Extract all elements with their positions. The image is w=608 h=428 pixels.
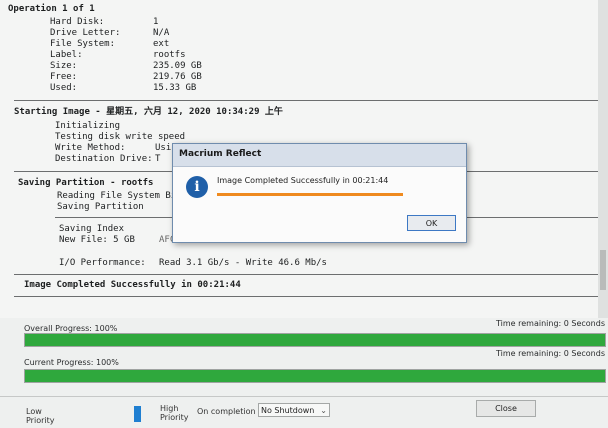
log-line-write-method: Write Method: Usi [55, 143, 171, 154]
disk-info-row: Label: rootfs [50, 50, 186, 61]
bottom-toolbar: Low Priority High Priority On completion… [0, 396, 608, 428]
destination-value: T [155, 154, 161, 164]
dialog-progress-fill [217, 193, 403, 196]
on-completion-select[interactable]: No Shutdown ⌄ [258, 403, 330, 417]
disk-info-key: Drive Letter: [50, 28, 121, 38]
completion-dialog: Macrium Reflect i Image Completed Succes… [172, 143, 467, 243]
divider [14, 296, 598, 297]
close-button[interactable]: Close [476, 400, 536, 417]
log-scrollbar[interactable] [598, 0, 608, 318]
low-priority-label: Low Priority [26, 407, 55, 425]
disk-info-row: Size: 235.09 GB [50, 61, 202, 72]
current-progress-fill [25, 370, 605, 382]
dialog-body: i Image Completed Successfully in 00:21:… [173, 167, 466, 242]
divider [14, 100, 598, 101]
overall-progress-label: Overall Progress: 100% [24, 324, 118, 333]
disk-info-row: File System: ext [50, 39, 169, 50]
disk-info-value: N/A [153, 28, 170, 38]
log-line-io-performance: I/O Performance: Read 3.1 Gb/s - Write 46… [59, 258, 327, 269]
current-progress-bar [24, 369, 606, 383]
on-completion-value: No Shutdown [261, 406, 315, 415]
disk-info-row: Free: 219.76 GB [50, 72, 202, 83]
log-line-destination: Destination Drive: T [55, 154, 160, 165]
disk-info-key: Used: [50, 83, 78, 93]
chevron-down-icon: ⌄ [320, 406, 327, 415]
high-priority-label: High Priority [160, 404, 189, 422]
disk-info-value: 15.33 GB [153, 83, 197, 93]
disk-info-key: Size: [50, 61, 78, 71]
disk-info-key: Free: [50, 72, 78, 82]
overall-progress-bar [24, 333, 606, 347]
disk-info-row: Hard Disk: 1 [50, 17, 158, 28]
completed-line: Image Completed Successfully in 00:21:44 [24, 280, 241, 290]
disk-info-row: Used: 15.33 GB [50, 83, 196, 94]
ok-button[interactable]: OK [407, 215, 456, 231]
log-line-testing: Testing disk write speed [55, 132, 186, 142]
disk-info-value: 219.76 GB [153, 72, 202, 82]
overall-progress-fill [25, 334, 605, 346]
on-completion-label: On completion [197, 407, 256, 416]
saving-partition-header: Saving Partition - rootfs [18, 178, 154, 188]
disk-info-key: File System: [50, 39, 116, 49]
current-progress-label: Current Progress: 100% [24, 358, 119, 367]
disk-info-value: 1 [153, 17, 159, 27]
log-line-saving-partition: Saving Partition [57, 202, 144, 212]
log-line-initializing: Initializing [55, 121, 121, 131]
current-time-remaining: Time remaining: 0 Seconds [496, 349, 605, 358]
disk-info-row: Drive Letter: N/A [50, 28, 169, 39]
starting-image-header: Starting Image - 星期五, 六月 12, 2020 10:34:… [14, 107, 283, 117]
scrollbar-thumb[interactable] [600, 250, 606, 290]
disk-info-value: rootfs [153, 50, 186, 60]
new-file-text: New File: 5 GB [59, 235, 135, 245]
dialog-message: Image Completed Successfully in 00:21:44 [217, 176, 389, 185]
log-line-reading-bitmap: Reading File System Bit [57, 191, 182, 201]
divider [14, 274, 598, 275]
log-line-saving-index: Saving Index [59, 224, 125, 234]
write-method-key: Write Method: [55, 143, 126, 153]
io-value: Read 3.1 Gb/s - Write 46.6 Mb/s [159, 258, 327, 268]
overall-time-remaining: Time remaining: 0 Seconds [496, 319, 605, 328]
disk-info-value: ext [153, 39, 170, 49]
priority-slider[interactable] [134, 406, 141, 422]
dialog-title: Macrium Reflect [179, 149, 262, 159]
operation-header: Operation 1 of 1 [8, 4, 95, 14]
disk-info-key: Label: [50, 50, 83, 60]
destination-key: Destination Drive: [55, 154, 153, 164]
info-icon: i [186, 176, 208, 198]
disk-info-key: Hard Disk: [50, 17, 105, 27]
disk-info-value: 235.09 GB [153, 61, 202, 71]
dialog-progress-bar [217, 193, 403, 196]
write-method-value: Usi [155, 143, 172, 153]
io-key: I/O Performance: [59, 258, 146, 268]
